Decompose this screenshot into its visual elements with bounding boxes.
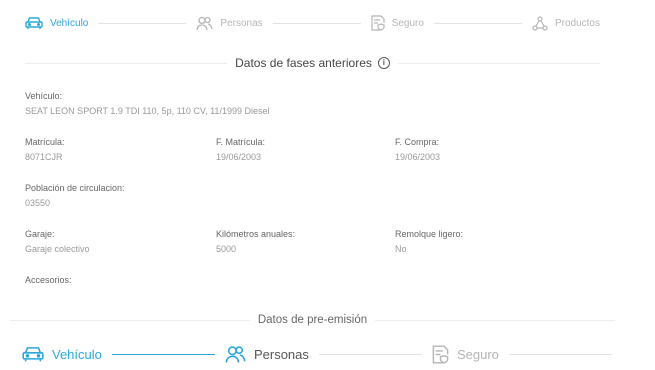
field-value: SEAT LEON SPORT 1.9 TDI 110, 5p, 110 CV,… — [25, 106, 270, 116]
step-connector — [111, 353, 215, 355]
divider — [10, 319, 250, 321]
field-accesorios: Accesorios: — [25, 274, 72, 289]
divider — [375, 319, 615, 321]
car-icon — [22, 347, 44, 362]
stepper-bottom: Vehículo Personas Seguro — [22, 339, 622, 369]
field-poblacion: Población de circulacion: 03550 — [25, 182, 125, 209]
divider — [25, 62, 228, 64]
field-label: F. Compra: — [395, 137, 440, 147]
step-seguro[interactable]: Seguro — [432, 344, 499, 364]
field-f-matricula: F. Matrícula: 19/06/2003 — [216, 136, 265, 163]
section-header-fases: Datos de fases anteriores i — [25, 54, 600, 72]
field-label: F. Matrícula: — [216, 137, 266, 147]
section-title: Datos de pre-emisión — [257, 314, 368, 326]
field-label: Kilómetros anuales: — [216, 229, 296, 239]
step-vehiculo[interactable]: Vehículo — [25, 16, 88, 30]
step-connector — [433, 22, 522, 24]
field-value: 8071CJR — [25, 152, 63, 162]
people-icon — [196, 16, 214, 30]
info-icon[interactable]: i — [377, 57, 390, 69]
step-label: Seguro — [391, 17, 424, 29]
field-label: Accesorios: — [25, 275, 72, 285]
field-value: 19/06/2003 — [395, 152, 441, 162]
step-connector — [318, 353, 422, 355]
step-personas[interactable]: Personas — [225, 345, 309, 364]
field-remolque: Remolque ligero: No — [395, 228, 463, 255]
field-label: Garaje: — [25, 229, 55, 239]
field-km-anuales: Kilómetros anuales: 5000 — [216, 228, 295, 255]
field-value: No — [395, 244, 407, 254]
step-personas[interactable]: Personas — [196, 16, 263, 31]
field-label: Matrícula: — [25, 137, 65, 147]
shield-document-icon — [371, 15, 385, 31]
step-seguro[interactable]: Seguro — [371, 15, 424, 31]
step-label: Personas — [220, 17, 263, 29]
step-label: Seguro — [456, 346, 499, 362]
field-garaje: Garaje: Garaje colectivo — [25, 228, 90, 255]
divider — [397, 62, 600, 64]
section-title: Datos de fases anteriores — [235, 56, 372, 70]
people-icon — [225, 345, 246, 363]
field-vehiculo: Vehículo: SEAT LEON SPORT 1.9 TDI 110, 5… — [25, 90, 269, 117]
stepper-top: Vehículo Personas Seguro Productos — [25, 12, 600, 34]
field-f-compra: F. Compra: 19/06/2003 — [395, 136, 440, 163]
field-value: Garaje colectivo — [25, 244, 90, 254]
field-value: 03550 — [25, 198, 51, 208]
step-connector — [272, 22, 361, 24]
field-value: 19/06/2003 — [216, 152, 262, 162]
step-connector — [98, 22, 187, 24]
step-label: Personas — [253, 346, 309, 362]
step-productos[interactable]: Productos — [532, 15, 600, 31]
field-label: Remolque ligero: — [395, 229, 464, 239]
step-label: Vehículo — [52, 346, 102, 362]
nodes-icon — [532, 15, 548, 31]
step-vehiculo[interactable]: Vehículo — [22, 345, 102, 363]
car-icon — [25, 17, 43, 29]
field-value: 5000 — [216, 244, 237, 254]
step-label: Vehículo — [50, 17, 89, 29]
shield-document-icon — [432, 344, 449, 364]
step-connector — [508, 353, 612, 355]
field-matricula: Matrícula: 8071CJR — [25, 136, 65, 163]
step-label: Productos — [554, 17, 600, 29]
field-label: Población de circulacion: — [25, 183, 125, 193]
section-header-pre-emision: Datos de pre-emisión — [10, 312, 615, 328]
field-label: Vehículo: — [25, 91, 63, 101]
